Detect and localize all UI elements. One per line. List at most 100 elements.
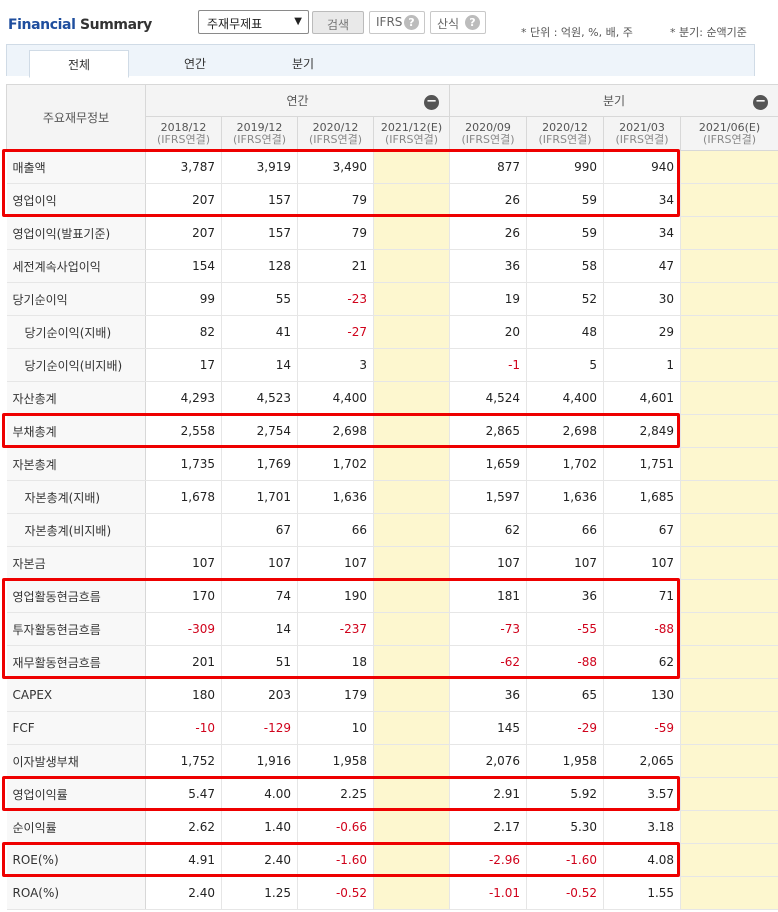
value-cell: 30 [603, 282, 682, 316]
value-cell: 2.40 [145, 876, 222, 910]
table-row: FCF -10 -129 10 145 -29 -59 [6, 711, 778, 745]
value-cell: 1,597 [449, 480, 528, 514]
row-label[interactable]: 자산총계 [6, 381, 146, 415]
row-label[interactable]: ROA(%) [6, 876, 146, 910]
page-title: Financial Summary [8, 17, 152, 33]
row-label[interactable]: 매출액 [6, 150, 146, 184]
period-header: 2021/12(E) (IFRS연결) [372, 116, 451, 151]
value-cell: 21 [297, 249, 374, 283]
value-cell: 2,698 [526, 414, 605, 448]
value-cell: -1.60 [297, 843, 374, 877]
value-cell: 107 [221, 546, 298, 580]
table-row: ROE(%) 4.91 2.40 -1.60 -2.96 -1.60 4.08 [6, 843, 778, 877]
value-cell: 1 [603, 348, 682, 382]
value-cell: -59 [603, 711, 682, 745]
row-label[interactable]: 자본총계 [6, 447, 146, 481]
search-button[interactable]: 검색 [312, 11, 364, 34]
value-cell: -73 [449, 612, 528, 646]
row-label[interactable]: 투자활동현금흐름 [6, 612, 146, 646]
value-cell: 2,558 [145, 414, 222, 448]
value-cell: 2,754 [221, 414, 298, 448]
value-cell: 170 [145, 579, 222, 613]
row-label[interactable]: 당기순이익(비지배) [6, 348, 146, 382]
value-cell: -129 [221, 711, 298, 745]
row-label[interactable]: 순이익률 [6, 810, 146, 844]
value-cell: 1,916 [221, 744, 298, 778]
value-cell: 157 [221, 183, 298, 217]
formula-button[interactable]: 산식 ? [430, 11, 486, 34]
row-label[interactable]: 자본총계(지배) [6, 480, 146, 514]
value-cell: 940 [603, 150, 682, 184]
value-cell: 4.08 [603, 843, 682, 877]
value-cell: 128 [221, 249, 298, 283]
tab-annual[interactable]: 연간 [155, 50, 235, 77]
value-cell [680, 315, 778, 349]
value-cell: 4.00 [221, 777, 298, 811]
value-cell: 1,636 [297, 480, 374, 514]
value-cell: 1,958 [526, 744, 605, 778]
table-row: 재무활동현금흐름 201 51 18 -62 -88 62 [6, 645, 778, 679]
value-cell: 52 [526, 282, 605, 316]
row-label[interactable]: 세전계속사업이익 [6, 249, 146, 283]
row-label[interactable]: 자본총계(비지배) [6, 513, 146, 547]
value-cell [680, 876, 778, 910]
value-cell [680, 183, 778, 217]
value-cell [680, 711, 778, 745]
row-label[interactable]: ROE(%) [6, 843, 146, 877]
value-cell: -2.96 [449, 843, 528, 877]
table-row: 부채총계 2,558 2,754 2,698 2,865 2,698 2,849 [6, 414, 778, 448]
value-cell: 3,490 [297, 150, 374, 184]
table-row: 세전계속사업이익 154 128 21 36 58 47 [6, 249, 778, 283]
row-label[interactable]: 영업이익 [6, 183, 146, 217]
row-label[interactable]: 이자발생부채 [6, 744, 146, 778]
value-cell: 29 [603, 315, 682, 349]
value-cell: 1,678 [145, 480, 222, 514]
group-quarterly-header: 분기 − [449, 84, 778, 117]
collapse-annual-icon[interactable]: − [424, 95, 440, 110]
ifrs-label: IFRS [376, 15, 403, 29]
value-cell [680, 150, 778, 184]
collapse-quarterly-icon[interactable]: − [753, 95, 769, 110]
value-cell [373, 249, 451, 283]
row-label[interactable]: 당기순이익(지배) [6, 315, 146, 349]
value-cell [373, 876, 451, 910]
value-cell: -10 [145, 711, 222, 745]
value-cell: 5.47 [145, 777, 222, 811]
value-cell: 79 [297, 216, 374, 250]
tab-quarterly[interactable]: 분기 [263, 50, 343, 77]
value-cell: 4,293 [145, 381, 222, 415]
value-cell: 1,702 [297, 447, 374, 481]
value-cell: 2.62 [145, 810, 222, 844]
value-cell: 48 [526, 315, 605, 349]
ifrs-button[interactable]: IFRS ? [369, 11, 425, 34]
value-cell: 4,400 [297, 381, 374, 415]
row-label[interactable]: 자본금 [6, 546, 146, 580]
value-cell [680, 414, 778, 448]
value-cell: 2,076 [449, 744, 528, 778]
value-cell: 2.40 [221, 843, 298, 877]
row-label[interactable]: FCF [6, 711, 146, 745]
value-cell: 1,701 [221, 480, 298, 514]
row-label[interactable]: 부채총계 [6, 414, 146, 448]
unit-note: * 단위 : 억원, %, 배, 주 [521, 26, 633, 39]
value-cell: -88 [603, 612, 682, 646]
tab-all[interactable]: 전체 [29, 50, 129, 78]
value-cell [373, 843, 451, 877]
value-cell: 1.40 [221, 810, 298, 844]
value-cell: 36 [449, 678, 528, 712]
statement-type-select[interactable]: 주재무제표 ▼ [198, 10, 309, 34]
value-cell: 36 [449, 249, 528, 283]
period-header: 2019/12 (IFRS연결) [221, 116, 298, 151]
row-label[interactable]: 영업활동현금흐름 [6, 579, 146, 613]
value-cell: 62 [449, 513, 528, 547]
value-cell: 47 [603, 249, 682, 283]
row-label[interactable]: 재무활동현금흐름 [6, 645, 146, 679]
row-label[interactable]: 당기순이익 [6, 282, 146, 316]
row-label[interactable]: 영업이익률 [6, 777, 146, 811]
row-label[interactable]: CAPEX [6, 678, 146, 712]
value-cell: 3,787 [145, 150, 222, 184]
value-cell: 1,958 [297, 744, 374, 778]
row-label[interactable]: 영업이익(발표기준) [6, 216, 146, 250]
value-cell: -1.01 [449, 876, 528, 910]
value-cell: 10 [297, 711, 374, 745]
